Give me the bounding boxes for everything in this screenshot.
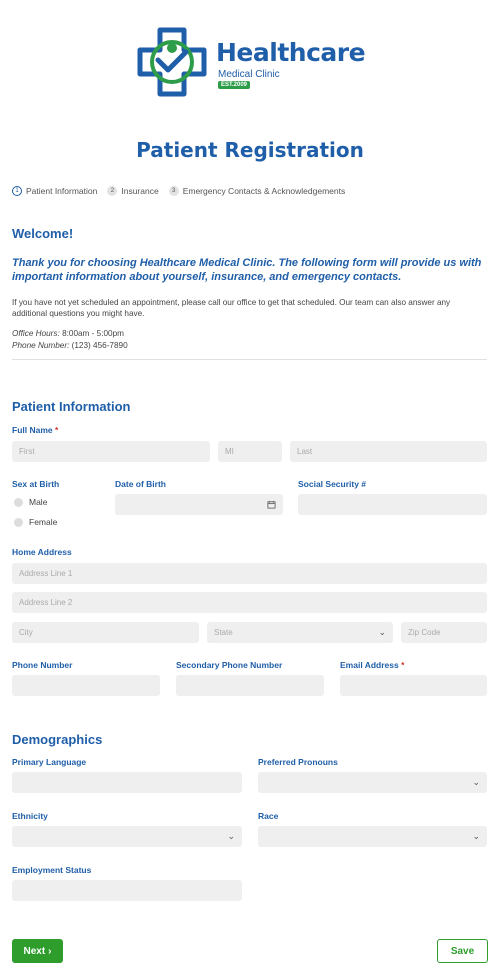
email-label: Email Address *	[340, 660, 405, 670]
office-phone-label: Phone Number:	[12, 341, 70, 350]
primary-language-input[interactable]	[12, 772, 242, 793]
radio-female[interactable]: Female	[14, 517, 57, 527]
dob-input[interactable]	[115, 494, 283, 515]
radio-button[interactable]	[14, 497, 23, 507]
sex-at-birth-label: Sex at Birth	[12, 479, 60, 489]
chevron-down-icon: ⌄	[378, 627, 386, 637]
brand-subtitle: Medical Clinic	[218, 69, 280, 80]
welcome-intro: Thank you for choosing Healthcare Medica…	[12, 257, 482, 283]
employment-status-input[interactable]	[12, 880, 242, 901]
home-address-label: Home Address	[12, 547, 72, 557]
step-insurance[interactable]: 2 Insurance	[107, 186, 159, 196]
office-phone-value: (123) 456-7890	[71, 341, 128, 350]
next-button[interactable]: Next ›	[12, 939, 63, 963]
welcome-heading: Welcome!	[12, 226, 74, 241]
chevron-down-icon: ⌄	[472, 777, 480, 787]
calendar-icon[interactable]	[267, 500, 276, 509]
ethnicity-label: Ethnicity	[12, 811, 48, 821]
chevron-right-icon: ›	[48, 945, 52, 957]
dob-label: Date of Birth	[115, 479, 166, 489]
step-emergency-contacts[interactable]: 3 Emergency Contacts & Acknowledgements	[168, 186, 346, 196]
full-name-label: Full Name *	[12, 425, 59, 435]
preferred-pronouns-label: Preferred Pronouns	[258, 757, 338, 767]
ssn-label: Social Security #	[298, 479, 367, 489]
step-label: Emergency Contacts & Acknowledgements	[182, 186, 346, 196]
phone-number-label: Phone Number	[12, 660, 73, 670]
preferred-pronouns-select[interactable]: ⌄	[258, 772, 487, 793]
form-steps: 1 Patient Information 2 Insurance 3 Emer…	[12, 186, 351, 196]
state-select[interactable]: State ⌄	[207, 622, 393, 643]
step-label: Insurance	[121, 186, 159, 196]
demographics-heading: Demographics	[12, 732, 103, 747]
secondary-phone-input[interactable]	[176, 675, 324, 696]
step-number: 1	[12, 186, 22, 196]
ethnicity-select[interactable]: ⌄	[12, 826, 242, 847]
ssn-input[interactable]	[298, 494, 487, 515]
save-button[interactable]: Save	[437, 939, 488, 963]
chevron-down-icon: ⌄	[227, 831, 235, 841]
address-line-1-input[interactable]: Address Line 1	[12, 563, 487, 584]
office-info: Office Hours: 8:00am - 5:00pm Phone Numb…	[12, 328, 128, 352]
patient-info-heading: Patient Information	[12, 399, 131, 414]
radio-button[interactable]	[14, 517, 23, 527]
employment-status-label: Employment Status	[12, 865, 92, 875]
clinic-logo: Healthcare Medical Clinic EST.2009	[136, 26, 366, 102]
address-line-2-input[interactable]: Address Line 2	[12, 592, 487, 613]
step-number: 3	[168, 186, 179, 196]
first-name-input[interactable]: First	[12, 441, 210, 462]
page-title: Patient Registration	[136, 138, 364, 162]
welcome-note: If you have not yet scheduled an appoint…	[12, 298, 451, 318]
divider	[12, 359, 487, 360]
race-select[interactable]: ⌄	[258, 826, 487, 847]
medical-cross-logo-icon	[137, 27, 207, 97]
city-input[interactable]: City	[12, 622, 199, 643]
brand-name: Healthcare	[216, 38, 366, 67]
chevron-down-icon: ⌄	[472, 831, 480, 841]
phone-number-input[interactable]	[12, 675, 160, 696]
step-patient-information[interactable]: 1 Patient Information	[12, 186, 97, 196]
email-input[interactable]	[340, 675, 487, 696]
race-label: Race	[258, 811, 279, 821]
step-label: Patient Information	[26, 186, 98, 196]
primary-language-label: Primary Language	[12, 757, 87, 767]
middle-initial-input[interactable]: MI	[218, 441, 282, 462]
last-name-input[interactable]: Last	[290, 441, 487, 462]
secondary-phone-label: Secondary Phone Number	[176, 660, 283, 670]
radio-male[interactable]: Male	[14, 497, 47, 507]
office-hours-value: 8:00am - 5:00pm	[62, 329, 124, 338]
office-hours-label: Office Hours:	[12, 329, 60, 338]
step-number: 2	[107, 186, 118, 196]
zip-code-input[interactable]: Zip Code	[401, 622, 487, 643]
brand-established: EST.2009	[218, 81, 251, 89]
